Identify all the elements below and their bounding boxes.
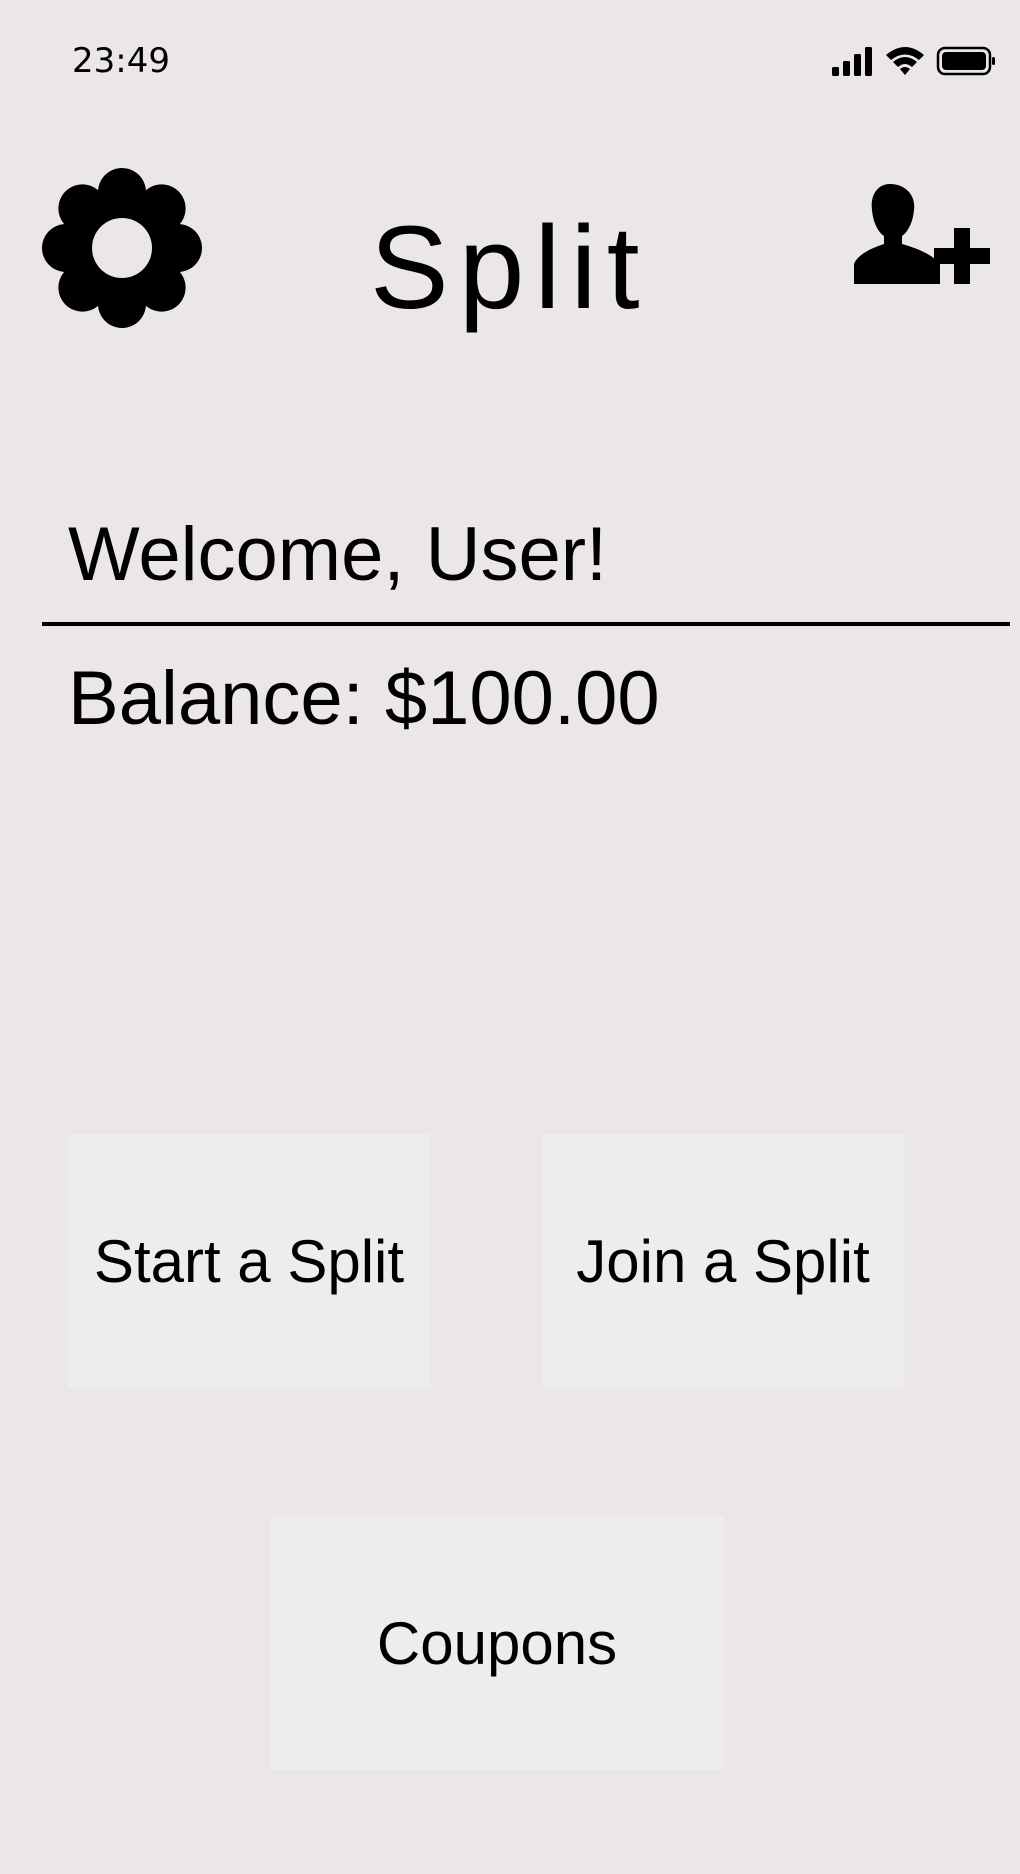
start-split-button[interactable]: Start a Split (68, 1134, 430, 1388)
home-screen: 23:49 Split Welcome, User! Balance: $100… (0, 0, 1020, 1874)
join-split-button[interactable]: Join a Split (542, 1134, 904, 1388)
app-title: Split (370, 202, 650, 334)
status-icons (832, 46, 995, 76)
gear-icon[interactable] (40, 166, 204, 330)
balance-display: Balance: $100.00 (68, 656, 660, 741)
coupons-button[interactable]: Coupons (270, 1516, 724, 1770)
divider (42, 622, 1010, 626)
add-user-icon[interactable] (852, 178, 992, 302)
wifi-icon (886, 47, 924, 75)
status-time: 23:49 (72, 41, 170, 81)
welcome-message: Welcome, User! (68, 512, 608, 597)
battery-icon (936, 46, 995, 76)
cellular-signal-icon (832, 47, 872, 76)
